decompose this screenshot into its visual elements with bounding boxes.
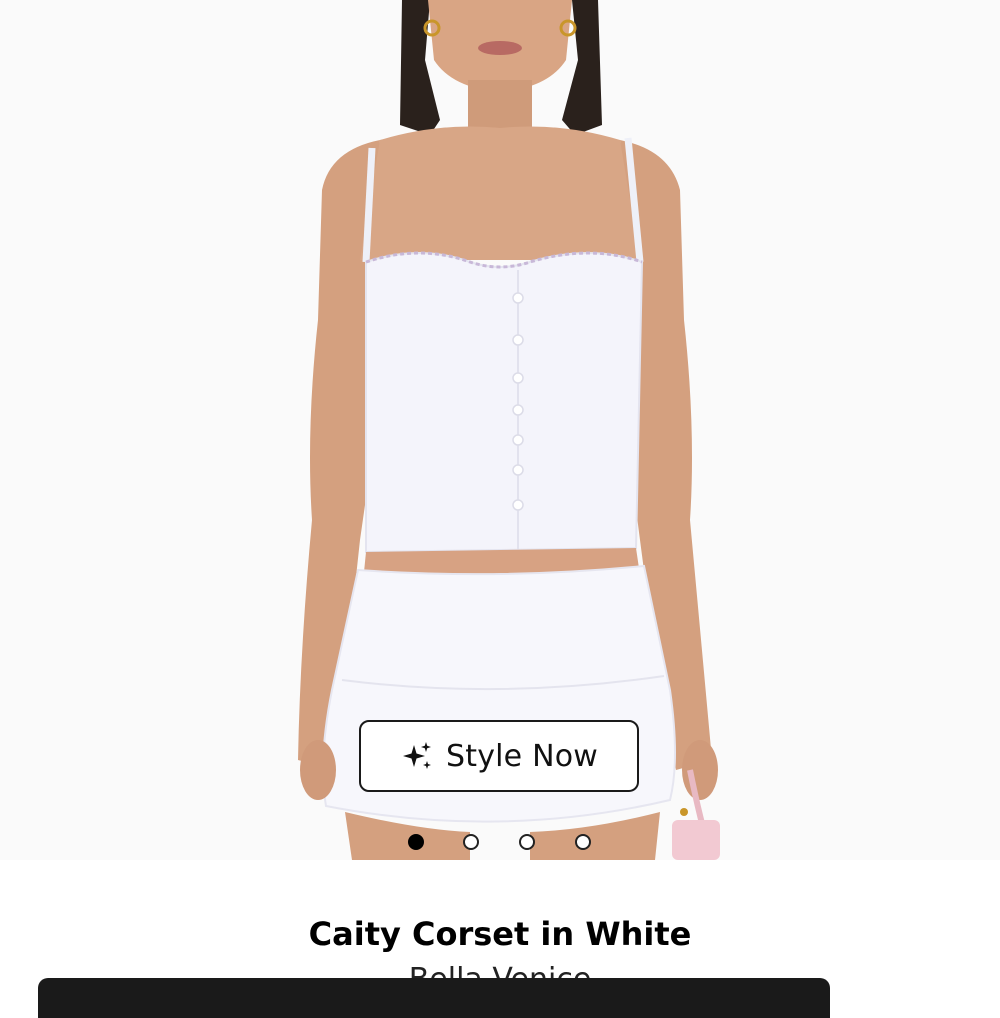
carousel-dot-4[interactable] — [575, 834, 591, 850]
sparkles-icon — [402, 742, 431, 769]
carousel-dot-3[interactable] — [519, 834, 535, 850]
bottom-action-bar[interactable] — [38, 978, 830, 1018]
product-title: Caity Corset in White — [308, 915, 692, 953]
carousel-dot-1[interactable] — [408, 834, 424, 850]
carousel-dot-2[interactable] — [463, 834, 479, 850]
style-now-button[interactable]: Style Now — [359, 720, 639, 792]
style-now-label: Style Now — [445, 738, 599, 774]
carousel-dots — [0, 832, 1000, 856]
